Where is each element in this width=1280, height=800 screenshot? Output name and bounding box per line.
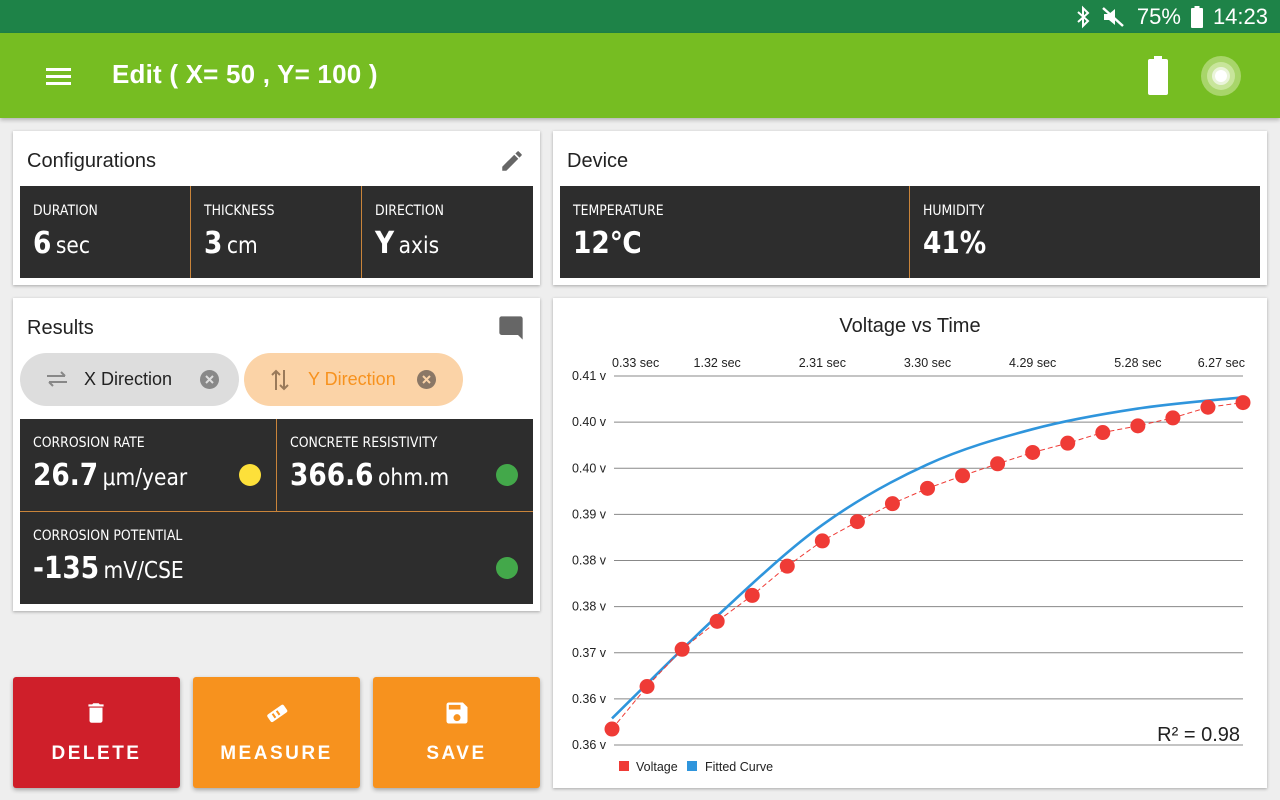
results-title: Results: [27, 317, 94, 339]
humidity-label: HUMIDITY: [923, 203, 985, 219]
temperature-value: 12℃: [573, 226, 642, 261]
status-bar: 75% 14:23: [0, 0, 1280, 33]
device-card: Device TEMPERATURE 12℃ HUMIDITY 41%: [553, 131, 1267, 285]
device-title: Device: [567, 150, 629, 172]
comment-icon[interactable]: [497, 314, 525, 342]
concrete-resistivity-value: 366.6 ohm.m: [290, 458, 450, 493]
chart-title: Voltage vs Time: [839, 315, 981, 337]
bluetooth-icon: [1077, 5, 1090, 28]
configurations-title: Configurations: [27, 150, 156, 172]
direction-label: DIRECTION: [375, 203, 444, 219]
clock: 14:23: [1212, 3, 1268, 29]
results-card: Results X Direction Y Direction CORROSIO…: [13, 298, 540, 611]
probe-icon: [263, 699, 291, 732]
save-button[interactable]: SAVE: [373, 677, 540, 788]
concrete-resistivity-label: CONCRETE RESISTIVITY: [290, 435, 438, 451]
swap-horizontal-icon: [44, 367, 70, 396]
corrosion-rate-label: CORROSION RATE: [33, 435, 145, 451]
corrosion-potential-value: -135 mV/CSE: [33, 551, 184, 586]
direction-cell: DIRECTION Y axis: [362, 186, 533, 278]
temperature-label: TEMPERATURE: [573, 203, 664, 219]
chip-x-direction[interactable]: X Direction: [20, 353, 239, 406]
thickness-label: THICKNESS: [204, 203, 275, 219]
duration-cell: DURATION 6 sec: [20, 186, 190, 278]
humidity-cell: HUMIDITY 41%: [910, 186, 1260, 278]
edit-icon[interactable]: [499, 148, 525, 174]
corrosion-rate-value: 26.7 μm/year: [33, 458, 188, 493]
concrete-resistivity-status-dot: [496, 464, 518, 486]
app-bar: Edit ( X= 50 , Y= 100 ): [0, 33, 1280, 118]
swap-vertical-icon: [268, 367, 292, 398]
mute-icon: [1102, 6, 1124, 27]
corrosion-rate-cell: CORROSION RATE 26.7 μm/year: [20, 419, 276, 511]
save-icon: [443, 699, 471, 732]
temperature-cell: TEMPERATURE 12℃: [560, 186, 909, 278]
humidity-value: 41%: [923, 226, 987, 261]
configurations-card: Configurations DURATION 6 sec THICKNESS …: [13, 131, 540, 285]
concrete-resistivity-cell: CONCRETE RESISTIVITY 366.6 ohm.m: [277, 419, 533, 511]
connection-icon[interactable]: [1199, 54, 1243, 103]
configurations-panel: DURATION 6 sec THICKNESS 3 cm DIRECTION …: [20, 186, 533, 278]
trash-icon: [83, 699, 109, 732]
thickness-cell: THICKNESS 3 cm: [191, 186, 361, 278]
duration-label: DURATION: [33, 203, 98, 219]
measure-label: MEASURE: [220, 743, 333, 764]
chip-x-direction-label: X Direction: [84, 369, 173, 389]
battery-icon: [1190, 5, 1203, 28]
corrosion-potential-cell: CORROSION POTENTIAL -135 mV/CSE: [20, 512, 533, 604]
device-battery-icon[interactable]: [1146, 55, 1170, 102]
corrosion-potential-status-dot: [496, 557, 518, 579]
thickness-value: 3 cm: [204, 226, 258, 261]
chip-y-direction-close-icon[interactable]: [417, 370, 436, 389]
corrosion-rate-status-dot: [239, 464, 261, 486]
duration-value: 6 sec: [33, 226, 90, 261]
corrosion-potential-label: CORROSION POTENTIAL: [33, 528, 183, 544]
chip-x-direction-close-icon[interactable]: [200, 370, 219, 389]
chart-card: [553, 298, 1267, 788]
delete-button[interactable]: DELETE: [13, 677, 180, 788]
menu-icon[interactable]: [44, 63, 74, 89]
page-title: Edit ( X= 50 , Y= 100 ): [112, 59, 378, 89]
chip-y-direction-label: Y Direction: [308, 369, 396, 389]
save-label: SAVE: [426, 743, 487, 764]
delete-label: DELETE: [51, 743, 142, 764]
chip-y-direction[interactable]: Y Direction: [244, 353, 463, 406]
device-panel: TEMPERATURE 12℃ HUMIDITY 41%: [560, 186, 1260, 278]
results-panel: CORROSION RATE 26.7 μm/year CONCRETE RES…: [20, 419, 533, 604]
direction-value: Y axis: [375, 226, 440, 261]
battery-percent: 75%: [1136, 3, 1181, 29]
measure-button[interactable]: MEASURE: [193, 677, 360, 788]
